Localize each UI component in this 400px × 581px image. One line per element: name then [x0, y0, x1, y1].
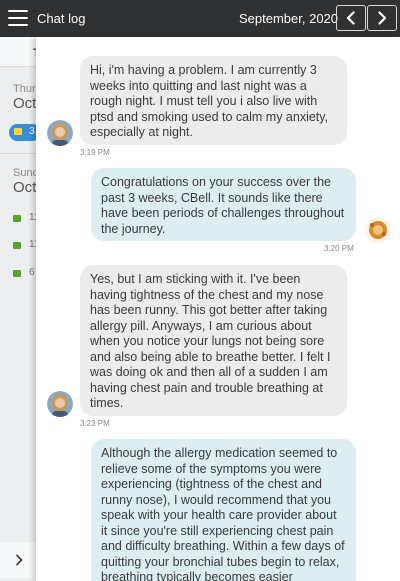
chat-icon — [13, 242, 21, 249]
badge-count: 3 — [29, 126, 35, 137]
sidebar-day-label: Sund — [13, 167, 39, 179]
chat-icon — [14, 128, 22, 135]
message-text: Yes, but I am sticking with it. I've bee… — [90, 272, 331, 410]
incoming-message-bubble: Yes, but I am sticking with it. I've bee… — [80, 265, 347, 416]
previous-month-button[interactable] — [336, 5, 366, 31]
chevron-right-icon — [15, 554, 22, 566]
app-header: Chat log September, 2020 — [0, 0, 400, 37]
chevron-right-icon — [378, 11, 387, 25]
sidebar-month-label[interactable]: Oct — [13, 95, 36, 112]
message-text: Congratulations on your success over the… — [101, 175, 345, 236]
chevron-left-icon — [346, 11, 355, 25]
list-item[interactable]: 6 — [29, 267, 35, 278]
coach-avatar — [365, 217, 391, 243]
next-month-button[interactable] — [367, 5, 397, 31]
chat-log-panel: Hi, i'm having a problem. I am currently… — [36, 37, 400, 581]
message-timestamp: 3:19 PM — [80, 148, 110, 157]
message-timestamp: 3:23 PM — [80, 419, 110, 428]
outgoing-message-bubble: Although the allergy medication seemed t… — [91, 439, 356, 581]
app-title: Chat log — [37, 11, 86, 26]
hamburger-menu-icon[interactable] — [8, 10, 28, 26]
sidebar-day-label: Thur — [13, 83, 36, 95]
chat-icon — [13, 215, 21, 222]
current-month: September, 2020 — [239, 11, 339, 26]
expand-sidebar-button[interactable] — [0, 542, 38, 578]
incoming-message-bubble: Hi, i'm having a problem. I am currently… — [80, 56, 347, 145]
user-avatar — [47, 391, 73, 417]
message-timestamp: 3:20 PM — [324, 244, 354, 253]
chat-icon — [13, 270, 21, 277]
message-text: Although the allergy medication seemed t… — [101, 446, 345, 581]
user-avatar — [47, 120, 73, 146]
message-text: Hi, i'm having a problem. I am currently… — [90, 63, 329, 139]
sidebar-month-label[interactable]: Oct — [13, 179, 36, 196]
outgoing-message-bubble: Congratulations on your success over the… — [91, 168, 356, 241]
